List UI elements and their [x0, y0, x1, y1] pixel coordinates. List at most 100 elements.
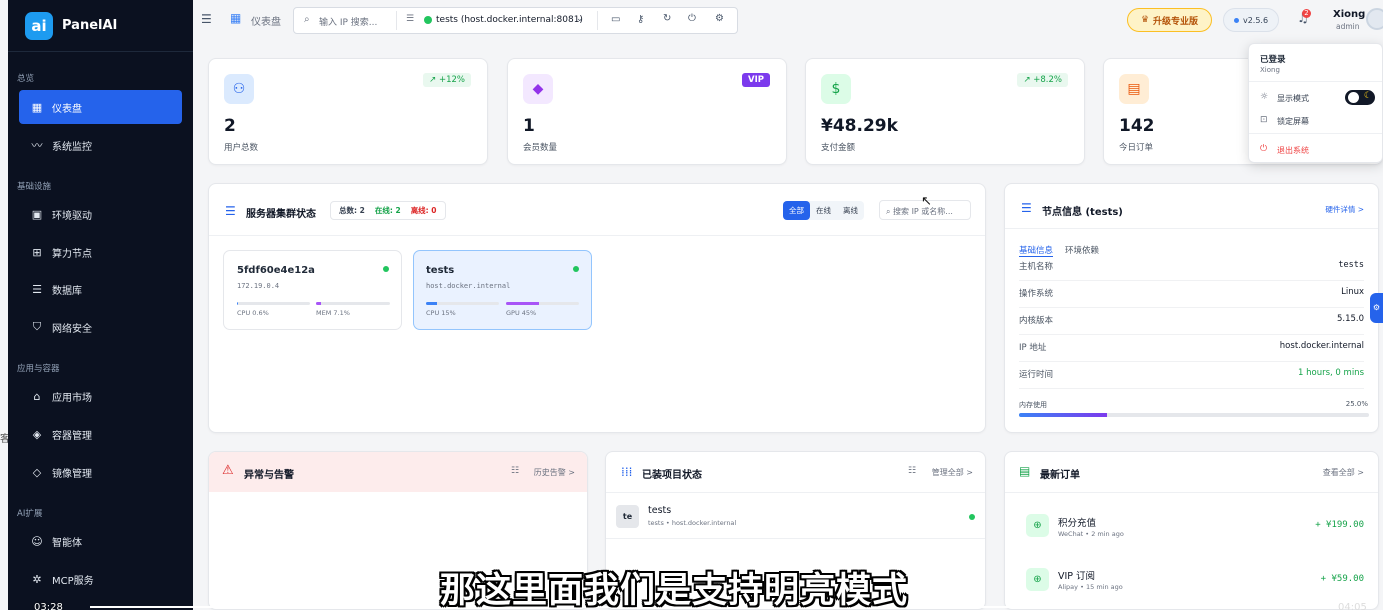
project-name[interactable]: tests — [648, 505, 671, 516]
sidebar-item-label: 智能体 — [52, 537, 82, 549]
view-all-link[interactable]: 查看全部 > — [1323, 467, 1364, 478]
mouse-cursor-icon: ↖ — [921, 194, 932, 209]
filter-all[interactable]: 全部 — [783, 201, 810, 220]
breadcrumb: 仪表盘 — [251, 17, 281, 28]
robot-icon: ☺ — [31, 534, 43, 548]
divider — [1249, 81, 1382, 82]
moon-icon: ☾ — [1363, 91, 1372, 101]
version-badge[interactable]: v2.5.6 — [1223, 8, 1279, 32]
upgrade-button[interactable]: ♛ 升级专业版 — [1127, 8, 1212, 32]
manage-all-link[interactable]: 管理全部 > — [932, 467, 973, 478]
store-icon: ⌂ — [33, 389, 41, 403]
brand-name: PanelAI — [62, 18, 118, 33]
sidebar-item-monitor[interactable]: 〰系统监控 — [19, 128, 182, 162]
cpu-metric: CPU 15% — [426, 309, 456, 317]
order-amount: + ¥59.00 — [1320, 574, 1364, 584]
user-role: admin — [1336, 22, 1360, 31]
video-time-elapsed: 03:28 — [34, 602, 63, 610]
order-icon: ⊕ — [1026, 568, 1049, 591]
upgrade-label: 升级专业版 — [1153, 16, 1199, 27]
project-sub: tests • host.docker.internal — [648, 519, 737, 527]
filter-online[interactable]: 在线 — [810, 201, 837, 220]
hardware-details-link[interactable]: 硬件详情 > — [1325, 204, 1364, 215]
alert-history-link[interactable]: 历史告警 > — [534, 467, 575, 478]
node-card[interactable]: 5fdf60e4e12a 172.19.0.4 CPU 0.6% MEM 7.1… — [223, 250, 402, 330]
layers-icon: ◇ — [32, 465, 42, 479]
cpu-bar — [237, 302, 310, 305]
network-icon: ✲ — [32, 572, 42, 586]
sidebar-item-label: 网络安全 — [52, 323, 92, 335]
display-mode-label: 显示模式 — [1277, 94, 1309, 103]
node-card-selected[interactable]: tests host.docker.internal CPU 15% GPU 4… — [413, 250, 592, 330]
status-dot — [1233, 17, 1239, 23]
list-icon: ▤ — [1019, 464, 1031, 478]
chip-icon: ▣ — [31, 207, 43, 221]
sidebar-item-images[interactable]: ◇ 镜像管理 — [19, 455, 182, 489]
avatar[interactable] — [1366, 8, 1383, 30]
key-icon[interactable]: ⚷ — [637, 14, 644, 25]
chevron-down-icon[interactable]: ⌄ — [576, 14, 584, 24]
sun-icon: ☼ — [1260, 92, 1269, 102]
user-name[interactable]: Xiong — [1333, 9, 1365, 20]
terminal-icon[interactable]: ▭ — [611, 14, 620, 25]
mem-metric: MEM 7.1% — [316, 309, 350, 317]
info-row: 运行时间 1 hours, 0 mins — [1019, 368, 1364, 389]
sidebar-item-store[interactable]: ⌂ 应用市场 — [19, 379, 182, 413]
section-apps: 应用与容器 — [17, 364, 60, 374]
notification-badge: 2 — [1302, 9, 1311, 18]
database-icon: ☰ — [32, 282, 42, 296]
order-name: 积分充值 — [1058, 518, 1097, 529]
sidebar-item-agents[interactable]: ☺ 智能体 — [19, 524, 182, 558]
ip-search-input[interactable]: 输入 IP 搜索... — [319, 15, 389, 28]
server-select[interactable]: tests (host.docker.internal:8081) — [436, 15, 583, 25]
settings-icon[interactable]: ⚙ — [715, 13, 724, 24]
sidebar-item-env[interactable]: ▣ 环境驱动 — [19, 197, 182, 231]
card-title: 节点信息 (tests) — [1042, 207, 1123, 218]
card-title: 最新订单 — [1040, 470, 1080, 481]
trend-badge: ↗ +12% — [423, 73, 471, 87]
sidebar: ai PanelAI 总览 ▦ 仪表盘 〰系统监控 基础设施 ▣ 环境驱动 ⊞ 算力节… — [8, 0, 193, 610]
crown-icon: ♛ — [1140, 15, 1150, 25]
theme-toggle[interactable]: ☾ — [1345, 90, 1375, 105]
cpu-icon: ⊞ — [32, 245, 42, 259]
section-overview: 总览 — [17, 74, 35, 84]
tab-dependencies[interactable]: 环境依赖 — [1065, 244, 1099, 256]
sidebar-item-mcp[interactable]: ✲ MCP服务 — [19, 562, 182, 596]
memory-label: 内存使用 — [1019, 401, 1047, 409]
side-float-button[interactable]: ⚙ — [1370, 293, 1383, 323]
total-count: 总数: 2 — [339, 206, 365, 215]
online-dot — [383, 266, 389, 272]
sidebar-item-dashboard[interactable]: ▦ 仪表盘 — [19, 90, 182, 124]
video-time-total: 04:05 — [1338, 602, 1367, 610]
divider — [1005, 492, 1378, 493]
filter-icon[interactable]: ☷ — [511, 466, 519, 476]
dashboard-icon: ▦ — [230, 11, 242, 25]
sidebar-item-security[interactable]: ⛉ 网络安全 — [19, 310, 182, 344]
warning-icon: ⚠ — [222, 463, 234, 478]
stat-label: 用户总数 — [224, 143, 259, 153]
power-icon[interactable]: ⏻ — [688, 13, 696, 24]
dashboard-icon: ▦ — [31, 100, 43, 114]
sidebar-item-label: 镜像管理 — [52, 468, 92, 480]
tab-basic-info[interactable]: 基础信息 — [1019, 244, 1054, 257]
node-name: 5fdf60e4e12a — [237, 265, 315, 276]
brand[interactable]: ai PanelAI — [8, 0, 193, 52]
sidebar-item-label: 算力节点 — [52, 248, 92, 260]
card-title: 服务器集群状态 — [246, 209, 316, 220]
menu-toggle-icon[interactable]: ☰ — [201, 12, 212, 26]
logout-item[interactable]: 退出系统 — [1277, 145, 1309, 156]
cpu-metric: CPU 0.6% — [237, 309, 269, 317]
filter-icon[interactable]: ☷ — [908, 466, 916, 476]
lock-screen-item[interactable]: 锁定屏幕 — [1277, 116, 1309, 127]
diamond-icon: ◆ — [523, 74, 553, 104]
filter-offline[interactable]: 离线 — [837, 201, 864, 220]
refresh-icon[interactable]: ↻ — [663, 13, 671, 24]
sidebar-item-containers[interactable]: ◈ 容器管理 — [19, 417, 182, 451]
online-dot — [573, 266, 579, 272]
stat-value: 1 — [523, 116, 535, 136]
stat-card-payments: $ ↗ +8.2% ¥48.29k 支付金额 — [805, 58, 1085, 165]
card-title: 异常与告警 — [244, 470, 294, 481]
card-title: 已装项目状态 — [642, 470, 702, 481]
sidebar-item-database[interactable]: ☰ 数据库 — [19, 272, 182, 306]
sidebar-item-compute[interactable]: ⊞ 算力节点 — [19, 235, 182, 269]
